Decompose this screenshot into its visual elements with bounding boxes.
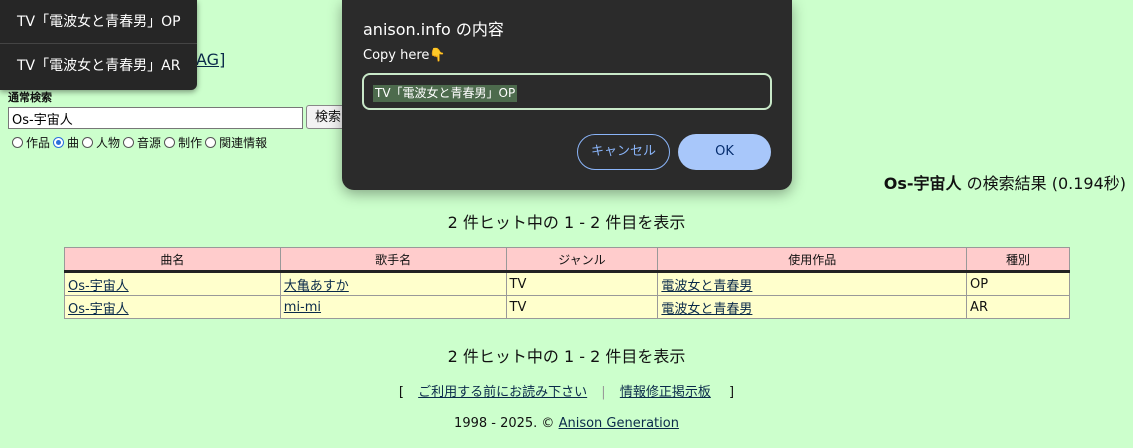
artist-link[interactable]: 大亀あすか <box>284 279 349 294</box>
radio-production-control[interactable] <box>164 137 176 148</box>
footer-bracket-close: ] <box>728 385 735 400</box>
result-suffix: の検索結果 (0.194秒) <box>966 174 1126 193</box>
radio-song[interactable]: 曲 <box>53 134 79 151</box>
radio-source-control[interactable] <box>123 137 135 148</box>
work-cell: 電波女と青春男 <box>657 271 968 296</box>
radio-related-label: 関連情報 <box>219 136 268 150</box>
radio-work-control[interactable] <box>12 137 23 148</box>
column-header: 歌手名 <box>279 247 507 273</box>
radio-related[interactable]: 関連情報 <box>205 134 267 151</box>
song-link[interactable]: Os-宇宙人 <box>68 302 129 317</box>
dropdown-item[interactable]: TV「電波女と青春男」AR <box>0 44 197 88</box>
hits-summary-bottom: 2 件ヒット中の 1 - 2 件目を表示 <box>447 347 686 366</box>
type-cell: OP <box>966 271 1070 296</box>
result-title: Os-宇宙人 の検索結果 (0.194秒) <box>884 170 1126 194</box>
partial-link[interactable]: AG] <box>196 50 225 69</box>
usage-notes-link[interactable]: ご利用する前にお読み下さい <box>418 385 587 400</box>
search-input[interactable] <box>8 107 303 129</box>
column-header: 使用作品 <box>657 247 968 273</box>
cancel-button[interactable]: キャンセル <box>577 134 670 170</box>
work-link[interactable]: 電波女と青春男 <box>661 302 752 317</box>
footer-bracket-open: [ <box>398 385 404 400</box>
artist-cell: 大亀あすか <box>279 271 507 296</box>
table-row: Os-宇宙人 大亀あすか TV 電波女と青春男 OP <box>64 271 1070 296</box>
radio-related-control[interactable] <box>205 137 217 148</box>
radio-work[interactable]: 作品 <box>12 134 50 151</box>
result-query: Os-宇宙人 <box>883 174 962 193</box>
copyright: 1998 - 2025. © Anison Generation <box>0 416 1133 431</box>
song-cell: Os-宇宙人 <box>64 271 281 296</box>
correction-board-link[interactable]: 情報修正掲示板 <box>620 385 711 400</box>
dialog-input-value: TV「電波女と青春男」OP <box>373 85 518 102</box>
search-label: 通常検索 <box>8 91 52 104</box>
radio-source-label: 音源 <box>137 136 162 150</box>
radio-person[interactable]: 人物 <box>82 134 120 151</box>
column-header: ジャンル <box>505 247 659 273</box>
radio-source[interactable]: 音源 <box>123 134 161 151</box>
song-link[interactable]: Os-宇宙人 <box>68 279 129 294</box>
column-header: 曲名 <box>64 247 281 273</box>
genre-cell: TV <box>505 271 659 296</box>
search-type-radios: 作品 曲 人物 音源 制作 関連情報 <box>12 134 270 151</box>
radio-song-control[interactable] <box>53 137 65 148</box>
hits-summary-top: 2 件ヒット中の 1 - 2 件目を表示 <box>447 213 686 232</box>
dropdown-item[interactable]: TV「電波女と青春男」OP <box>0 0 197 44</box>
footer-separator: | <box>601 385 606 400</box>
column-header: 種別 <box>966 247 1070 273</box>
song-cell: Os-宇宙人 <box>64 295 281 319</box>
results-table: 曲名 歌手名 ジャンル 使用作品 種別 Os-宇宙人 大亀あすか TV 電波女と… <box>64 247 1070 319</box>
search-button[interactable]: 検索 <box>306 105 346 129</box>
radio-production[interactable]: 制作 <box>164 134 202 151</box>
artist-link[interactable]: mi-mi <box>284 300 321 315</box>
radio-production-label: 制作 <box>178 136 203 150</box>
radio-song-label: 曲 <box>67 136 80 150</box>
dialog-input[interactable]: TV「電波女と青春男」OP <box>362 73 772 110</box>
work-cell: 電波女と青春男 <box>657 295 968 319</box>
copyright-link[interactable]: Anison Generation <box>559 416 679 431</box>
dialog-title: anison.info の内容 <box>363 20 504 39</box>
radio-person-label: 人物 <box>96 136 121 150</box>
autocomplete-dropdown: TV「電波女と青春男」OP TV「電波女と青春男」AR <box>0 0 197 90</box>
radio-person-control[interactable] <box>82 137 94 148</box>
ok-button[interactable]: OK <box>678 134 771 170</box>
dialog-message: Copy here👇 <box>363 48 446 63</box>
footer-links: [ ご利用する前にお読み下さい | 情報修正掲示板 ] <box>0 381 1133 400</box>
artist-cell: mi-mi <box>279 295 507 319</box>
radio-work-label: 作品 <box>26 136 51 150</box>
table-header-row: 曲名 歌手名 ジャンル 使用作品 種別 <box>64 247 1070 273</box>
type-cell: AR <box>966 295 1070 319</box>
genre-cell: TV <box>505 295 659 319</box>
prompt-dialog: anison.info の内容 Copy here👇 TV「電波女と青春男」OP… <box>342 0 792 190</box>
copyright-text: 1998 - 2025. © <box>454 416 555 431</box>
table-row: Os-宇宙人 mi-mi TV 電波女と青春男 AR <box>64 295 1070 319</box>
work-link[interactable]: 電波女と青春男 <box>661 279 752 294</box>
